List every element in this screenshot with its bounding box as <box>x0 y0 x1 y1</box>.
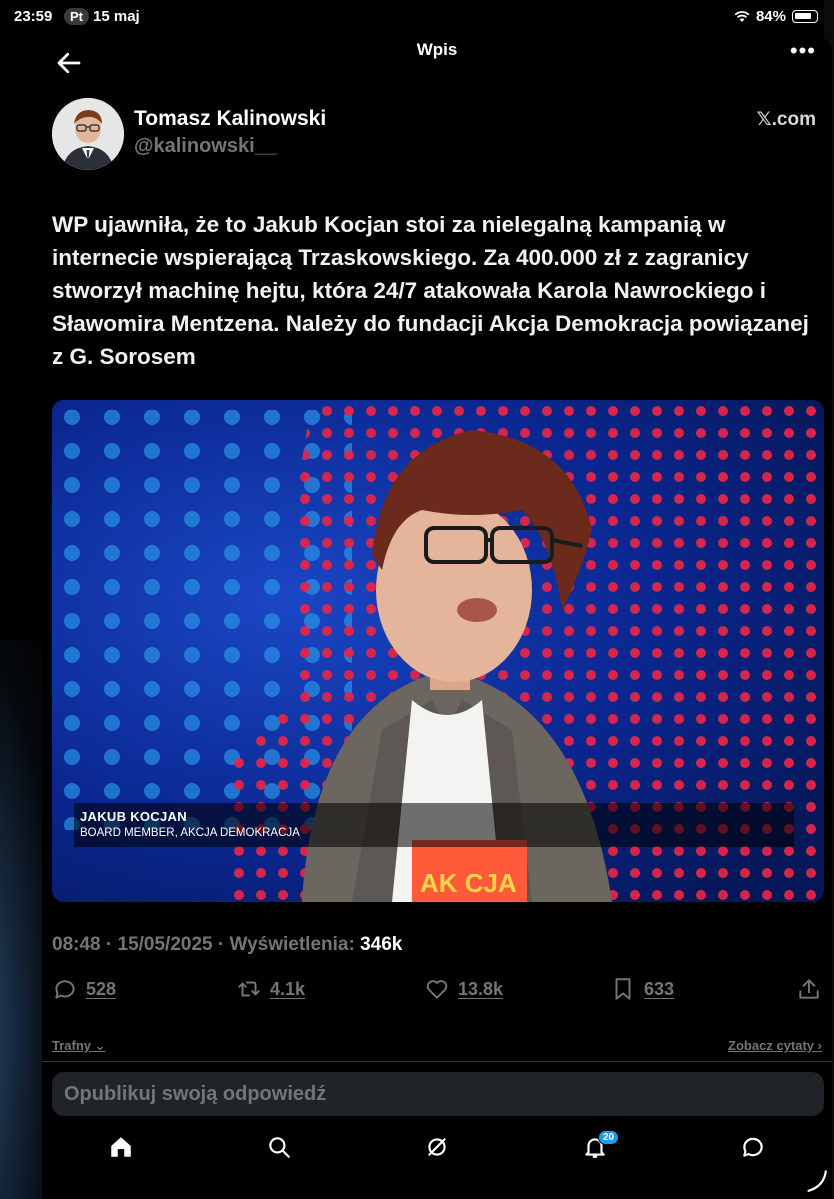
author-block: Tomasz Kalinowski @kalinowski__ 𝕏.com <box>52 98 822 172</box>
author-name[interactable]: Tomasz Kalinowski <box>134 107 326 131</box>
chat-bubble-icon <box>743 1137 763 1157</box>
share-icon <box>799 979 819 999</box>
view-quotes-link[interactable]: Zobacz cytaty › <box>728 1038 822 1053</box>
reply-input[interactable]: Opublikuj swoją odpowiedź <box>52 1072 824 1116</box>
tab-home[interactable] <box>108 1134 138 1164</box>
page-title: Wpis <box>416 40 458 59</box>
more-options-icon[interactable]: ••• <box>790 38 816 64</box>
source-domain: 𝕏.com <box>756 109 816 130</box>
battery-percent: 84% <box>755 8 786 25</box>
shirt-logo-text: AK CJA <box>420 868 517 898</box>
repost-icon <box>238 981 260 997</box>
post-time[interactable]: 08:48 <box>52 934 101 955</box>
like-button[interactable]: 13.8k <box>424 976 503 1002</box>
status-right: 84% <box>734 8 818 25</box>
post-text: WP ujawniła, że to Jakub Kocjan stoi za … <box>52 212 809 369</box>
views-label: Wyświetlenia: <box>229 934 355 955</box>
repost-button[interactable]: 4.1k <box>236 976 305 1002</box>
tab-grok[interactable] <box>424 1134 454 1164</box>
chevron-right-icon: › <box>817 1038 822 1053</box>
status-day-pill: Pt <box>64 8 89 25</box>
avatar-portrait <box>52 98 124 170</box>
search-icon <box>269 1137 290 1158</box>
sort-label: Trafny <box>52 1038 92 1053</box>
wifi-icon <box>734 11 750 22</box>
tab-notifications[interactable]: 20 <box>582 1130 620 1164</box>
battery-icon <box>792 10 818 23</box>
action-bar: 528 4.1k 13.8k 633 <box>52 976 824 1010</box>
tab-messages[interactable] <box>740 1134 770 1164</box>
views-count: 346k <box>360 934 403 955</box>
chyron-role: BOARD MEMBER, AKCJA DEMOKRACJA <box>80 827 300 839</box>
meta-separator: · <box>105 934 118 955</box>
avatar[interactable] <box>52 98 124 170</box>
status-time: 23:59 <box>14 8 53 25</box>
post-panel: Wpis ••• Tomasz Kalinowski @kalinowski__… <box>42 36 832 1199</box>
home-icon <box>111 1137 131 1157</box>
repost-count: 4.1k <box>270 978 306 999</box>
reply-count: 528 <box>86 978 117 999</box>
share-button[interactable] <box>796 976 822 1002</box>
tv-chyron: JAKUB KOCJAN BOARD MEMBER, AKCJA DEMOKRA… <box>74 803 794 847</box>
reply-placeholder: Opublikuj swoją odpowiedź <box>64 1083 327 1105</box>
bookmark-icon <box>615 978 631 1000</box>
status-bar: 23:59 Pt 15 maj 84% <box>0 0 834 34</box>
post-image[interactable]: AK CJA JAKUB KOCJAN BOARD MEMBER, AKCJA … <box>52 400 824 902</box>
notifications-badge: 20 <box>598 1130 620 1145</box>
status-date-text: 15 maj <box>93 8 140 25</box>
chevron-down-icon: ⌄ <box>94 1038 106 1053</box>
reply-button[interactable]: 528 <box>52 976 116 1002</box>
divider <box>42 1061 832 1062</box>
bookmark-button[interactable]: 633 <box>610 976 674 1002</box>
meta-separator: · <box>217 934 230 955</box>
post-date[interactable]: 15/05/2025 <box>118 934 213 955</box>
quotes-label: Zobacz cytaty <box>728 1038 815 1053</box>
chyron-name: JAKUB KOCJAN <box>80 809 187 824</box>
bookmark-count: 633 <box>644 978 675 999</box>
heart-icon <box>426 980 448 999</box>
sort-dropdown[interactable]: Trafny ⌄ <box>52 1038 106 1054</box>
replies-sort-row: Trafny ⌄ Zobacz cytaty › <box>52 1036 822 1058</box>
reply-icon <box>55 980 75 999</box>
status-date: Pt 15 maj <box>64 8 140 25</box>
resize-handle-icon <box>807 1170 827 1192</box>
top-nav: Wpis ••• <box>42 36 832 90</box>
grok-icon <box>428 1138 446 1156</box>
author-handle[interactable]: @kalinowski__ <box>134 135 277 158</box>
tab-search[interactable] <box>266 1134 296 1164</box>
like-count: 13.8k <box>458 978 504 999</box>
bottom-tab-bar: 20 <box>42 1124 832 1174</box>
post-meta: 08:48 · 15/05/2025 · Wyświetlenia: 346k <box>52 934 402 956</box>
